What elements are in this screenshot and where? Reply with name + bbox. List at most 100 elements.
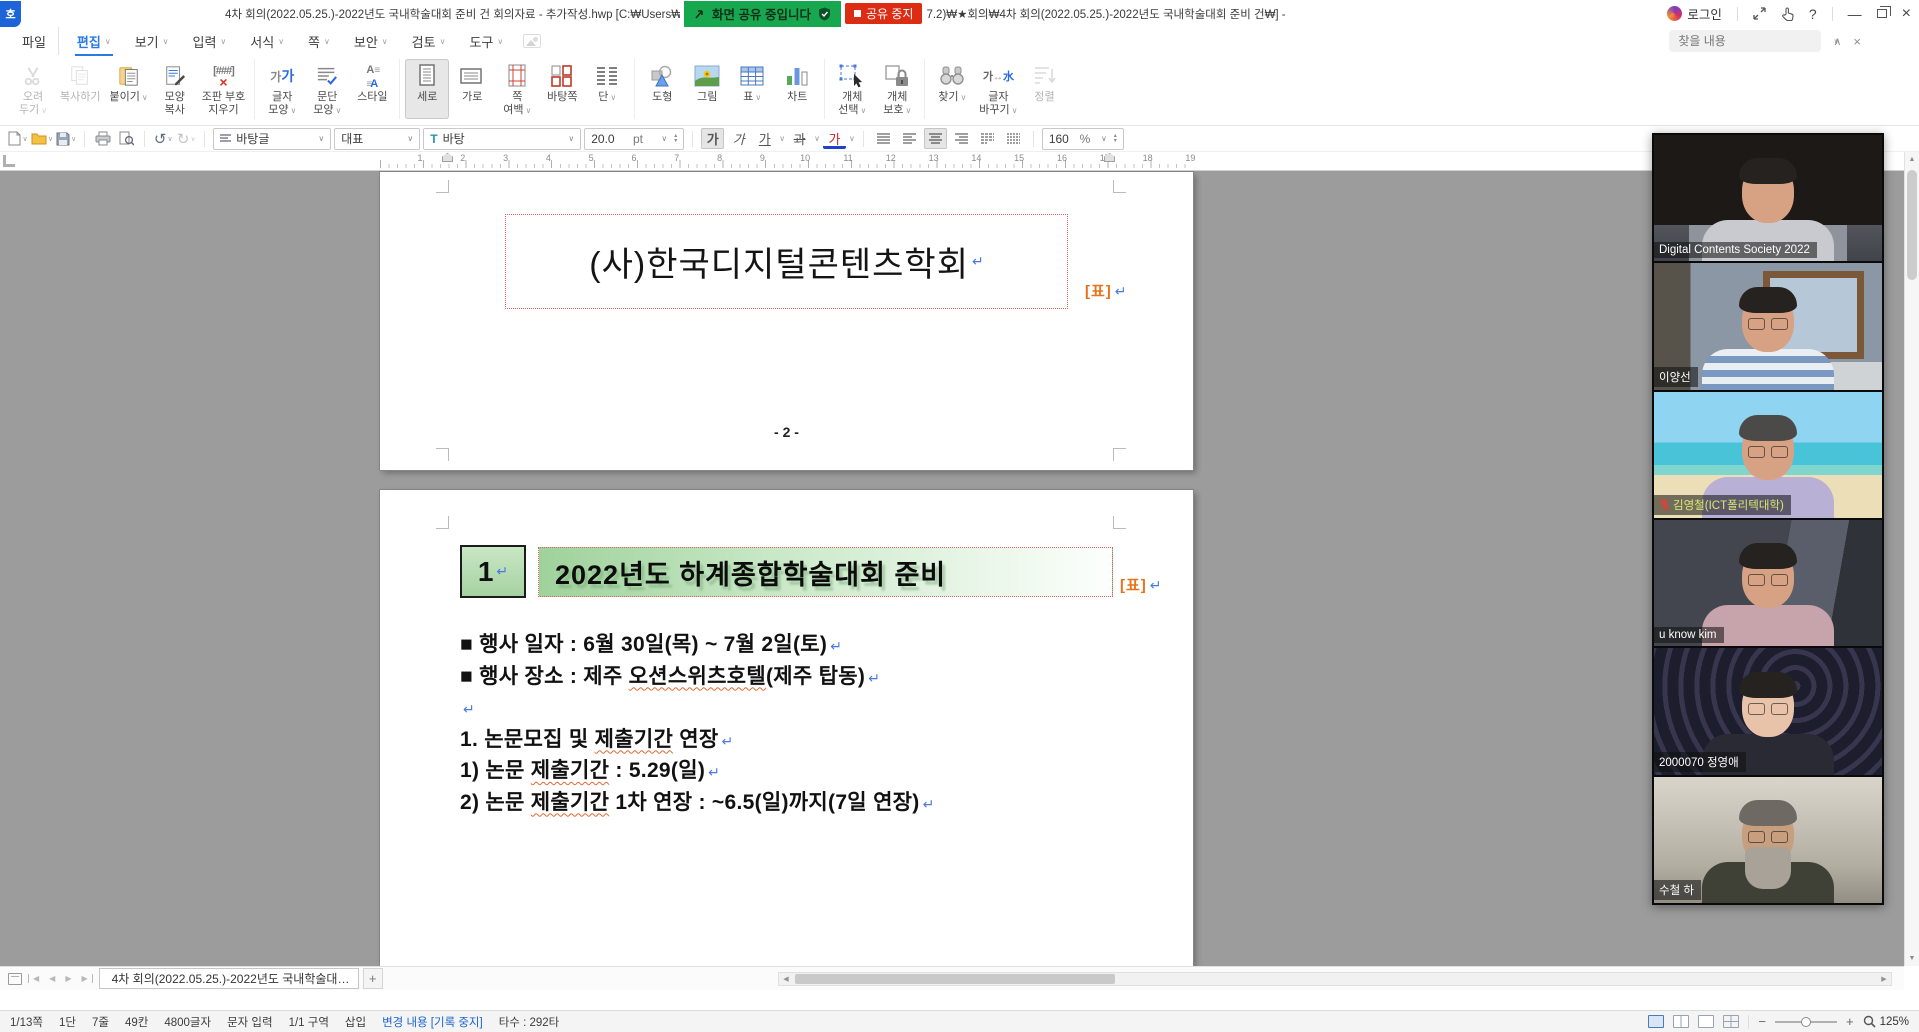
document-text-line[interactable]: ↵ [460,693,1163,725]
document-text-line[interactable]: ■ 행사 장소 : 제주 오션스위츠호텔(제주 탑동)↵ [460,662,1163,694]
participant-video-6[interactable]: 수철 하 [1654,777,1882,903]
close-button[interactable]: × [1902,6,1911,22]
find-text-field[interactable] [1678,34,1833,48]
participant-video-2[interactable]: 이양선 [1654,263,1882,391]
remove-control-marks-button[interactable]: [###]×조판 부호지우기 [198,59,250,119]
italic-button[interactable]: 가 [727,128,750,149]
save-button[interactable]: ∨ [56,128,76,149]
scroll-up-button[interactable]: ▲ [1905,152,1919,167]
touch-mode-icon[interactable] [1781,7,1794,21]
horizontal-scrollbar[interactable]: ◀ ▶ [778,972,1892,986]
bold-button[interactable]: 가 [701,128,724,149]
columns-button[interactable]: 단∨ [585,59,629,119]
align-distribute-button[interactable] [976,128,999,149]
scroll-right-button[interactable]: ▶ [1877,975,1891,983]
print-button[interactable] [93,128,113,149]
menu-format[interactable]: 서식∨ [238,27,296,55]
section-title-cell[interactable]: 2022년도 하계종합학술대회 준비 [538,547,1113,597]
document-text-line[interactable]: ■ 행사 일자 : 6월 30일(목) ~ 7월 2일(토)↵ [460,630,1163,662]
align-divide-button[interactable] [1002,128,1025,149]
vertical-scroll-thumb[interactable] [1907,170,1917,280]
document-text-line[interactable]: 2) 논문 제출기간 1차 연장 : ~6.5(일)까지(7일 연장)↵ [460,788,1163,820]
menu-edit[interactable]: 편집∨ [65,27,123,55]
participant-video-3[interactable]: 김영철(ICT폴리텍대학) [1654,392,1882,520]
document-tab[interactable]: 4차 회의(2022.05.25.)-2022년도 국내학술대… [99,968,359,989]
menu-input[interactable]: 입력∨ [180,27,238,55]
spacing-spinner[interactable]: ▴▾ [1114,134,1117,144]
new-document-button[interactable]: ∨ [8,128,28,149]
chevron-down-icon[interactable]: ∨ [849,134,855,143]
menu-view[interactable]: 보기∨ [123,27,181,55]
paragraph-style-combo[interactable]: 바탕글∨ [213,128,331,150]
video-conference-panel[interactable]: Digital Contents Society 2022이양선김영철(ICT폴… [1652,133,1884,905]
master-page-button[interactable]: 바탕쪽 [540,59,584,119]
chart-button[interactable]: 차트 [775,59,819,119]
login-button[interactable]: 로그인 [1667,4,1722,23]
find-previous-button[interactable]: ∧ [1833,35,1841,48]
menu-page[interactable]: 쪽∨ [296,27,342,55]
chevron-down-icon[interactable]: ∨ [814,134,820,143]
document-workspace[interactable]: (사)한국디지털콘텐츠학회 ↵ [표]↵ - 2 - 1 ↵ 2022년도 하계… [0,171,1904,966]
left-margin-marker[interactable] [442,153,453,162]
object-select-button[interactable]: 개체선택∨ [830,59,874,119]
print-preview-button[interactable] [116,128,136,149]
strikethrough-button[interactable]: 과 [788,128,811,149]
find-close-button[interactable]: × [1853,34,1861,49]
size-spinner[interactable]: ▴▾ [674,134,677,144]
view-single-page-button[interactable] [1648,1015,1664,1028]
view-multi-page-button[interactable] [1723,1015,1739,1028]
restore-button[interactable] [1877,9,1887,18]
view-facing-pages-button[interactable] [1673,1015,1689,1028]
underline-button[interactable]: 가 [753,128,776,149]
font-color-button[interactable]: 가 [823,130,846,149]
fullscreen-icon[interactable] [1753,7,1766,20]
menu-file[interactable]: 파일 [10,27,59,55]
document-list-icon[interactable] [8,973,22,985]
minimize-button[interactable]: — [1848,7,1862,21]
zoom-slider-thumb[interactable] [1801,1017,1811,1027]
portrait-button[interactable]: 세로 [405,59,449,119]
next-tab-button[interactable]: ▶ [61,974,75,983]
align-right-button[interactable] [950,128,973,149]
first-tab-button[interactable]: ◀ [28,974,43,983]
participant-video-4[interactable]: u know kim [1654,520,1882,648]
align-left-button[interactable] [898,128,921,149]
stop-share-button[interactable]: 공유 중지 [845,3,923,24]
redo-button[interactable]: ↻∨ [176,128,196,149]
menu-tools[interactable]: 도구∨ [457,27,515,55]
document-page-3[interactable]: 1 ↵ 2022년도 하계종합학술대회 준비 [표]↵ ■ 행사 일자 : 6월… [380,490,1193,966]
chevron-down-icon[interactable]: ∨ [779,134,785,143]
page-margins-button[interactable]: 쪽여백∨ [495,59,539,119]
participant-video-1[interactable]: Digital Contents Society 2022 [1654,135,1882,263]
find-button[interactable]: 찾기∨ [930,59,974,119]
horizontal-ruler[interactable]: 12345678910111213141516171819 [0,152,1904,171]
style-button[interactable]: A≡≡A스타일 [350,59,394,119]
vertical-scrollbar[interactable]: ▲ ▼ [1904,152,1919,966]
para-shape-button[interactable]: 문단모양∨ [305,59,349,119]
table-button[interactable]: 표∨ [730,59,774,119]
shapes-button[interactable]: 도형 [640,59,684,119]
landscape-button[interactable]: 가로 [450,59,494,119]
paste-button[interactable]: 붙이기∨ [105,59,151,119]
font-combo[interactable]: T 바탕∨ [423,128,581,150]
participant-video-5[interactable]: 2000070 정영애 [1654,648,1882,776]
document-page-2[interactable]: (사)한국디지털콘텐츠학회 ↵ [표]↵ - 2 - [380,172,1193,470]
menu-security[interactable]: 보안∨ [342,27,400,55]
add-tab-button[interactable]: + [363,968,383,989]
undo-button[interactable]: ↺∨ [153,128,173,149]
title-table-cell[interactable]: (사)한국디지털콘텐츠학회 ↵ [505,214,1068,309]
char-shape-button[interactable]: 가가글자모양∨ [260,59,304,119]
preset-combo[interactable]: 대표∨ [334,128,420,150]
menu-review[interactable]: 검토∨ [400,27,458,55]
track-changes-status[interactable]: 변경 내용 [기록 중지] [382,1014,483,1030]
picture-button[interactable]: 그림 [685,59,729,119]
last-tab-button[interactable]: ▶ [77,974,92,983]
find-input[interactable]: ∨ [1669,30,1821,52]
previous-tab-button[interactable]: ◀ [45,974,59,983]
section-number-cell[interactable]: 1 ↵ [460,545,526,598]
align-center-button[interactable] [924,128,947,149]
help-button[interactable]: ? [1809,7,1817,21]
document-text-line[interactable]: 1) 논문 제출기간 : 5.29(일)↵ [460,756,1163,788]
scroll-left-button[interactable]: ◀ [779,975,793,983]
object-protect-button[interactable]: 개체보호∨ [875,59,919,119]
